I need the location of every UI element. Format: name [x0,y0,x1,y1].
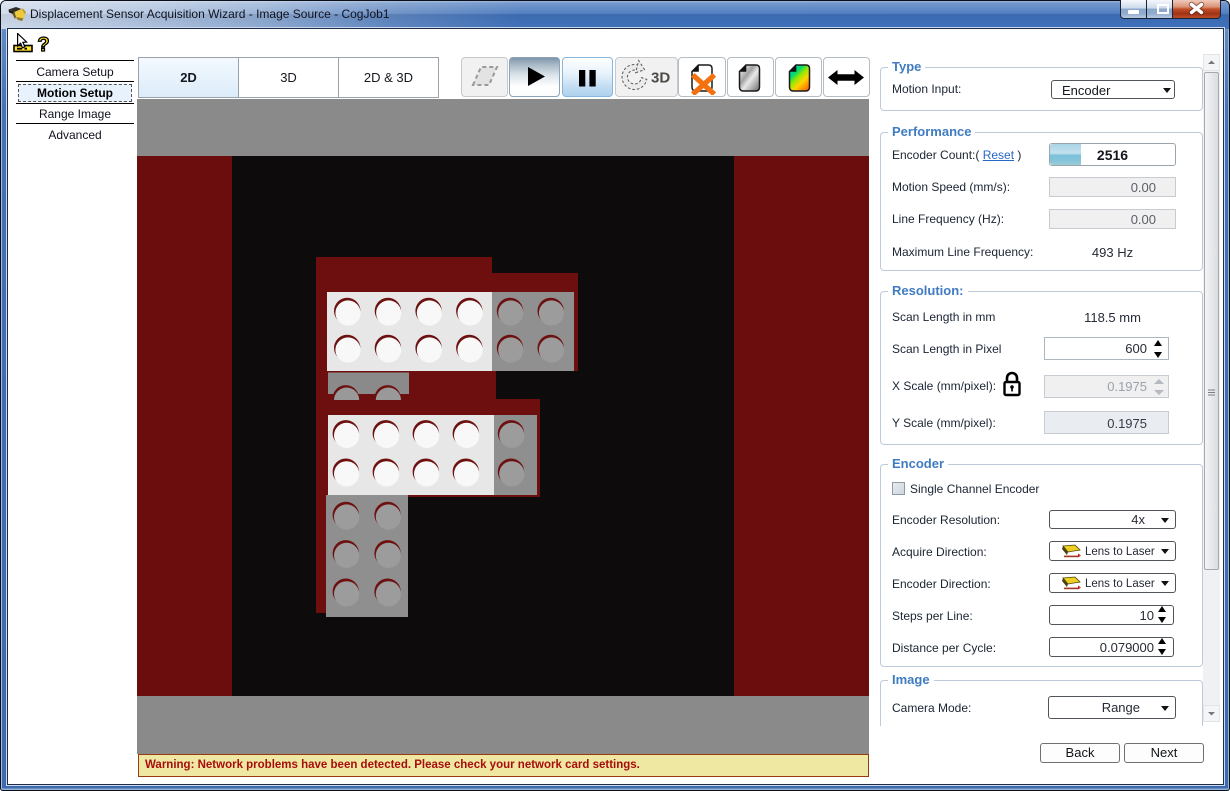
svg-text:3D: 3D [651,70,670,87]
svg-text:?: ? [37,35,49,54]
